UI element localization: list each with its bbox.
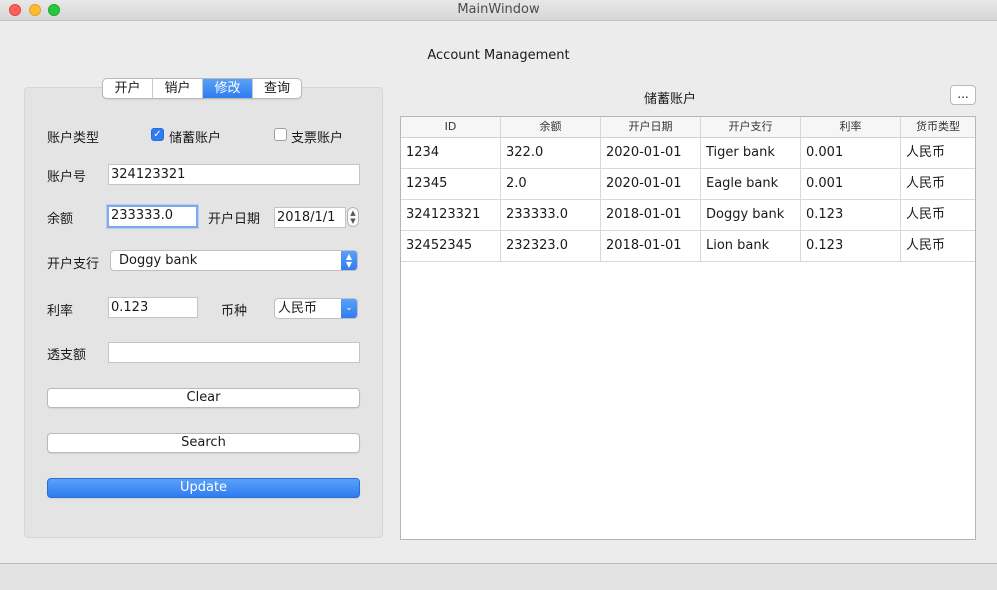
account-number-label: 账户号 <box>47 170 87 185</box>
column-header-balance[interactable]: 余额 <box>501 117 601 137</box>
table-cell[interactable]: Tiger bank <box>701 138 801 168</box>
column-header-rate[interactable]: 利率 <box>801 117 901 137</box>
table-cell[interactable]: 233333.0 <box>501 200 601 230</box>
table-cell[interactable]: 人民币 <box>901 169 975 199</box>
table-cell[interactable]: 人民币 <box>901 138 975 168</box>
accounts-table: ID 余额 开户日期 开户支行 利率 货币类型 1234 322.0 2020-… <box>400 116 976 540</box>
rate-label: 利率 <box>47 304 74 319</box>
table-header: ID 余额 开户日期 开户支行 利率 货币类型 <box>401 117 975 138</box>
table-row[interactable]: 32452345 232323.0 2018-01-01 Lion bank 0… <box>401 231 975 262</box>
savings-checkbox-label[interactable]: 储蓄账户 <box>169 127 221 146</box>
chevron-down-icon[interactable]: ⌄ <box>341 299 357 318</box>
savings-checkbox[interactable]: ✓ <box>151 128 164 141</box>
app-title: Account Management <box>427 48 570 63</box>
check-account-checkbox-label[interactable]: 支票账户 <box>291 127 343 146</box>
open-date-stepper[interactable]: ▲ ▼ <box>347 207 359 227</box>
more-button[interactable]: ... <box>950 85 976 105</box>
table-cell[interactable]: 2020-01-01 <box>601 169 701 199</box>
table-cell[interactable]: 12345 <box>401 169 501 199</box>
operation-tabs: 开户 销户 修改 查询 <box>102 78 302 99</box>
table-cell[interactable]: 2018-01-01 <box>601 200 701 230</box>
currency-label: 币种 <box>221 304 248 319</box>
balance-input[interactable]: 233333.0 <box>107 205 198 228</box>
check-account-checkbox[interactable] <box>274 128 287 141</box>
table-cell[interactable]: 2020-01-01 <box>601 138 701 168</box>
clear-button[interactable]: Clear <box>47 388 360 408</box>
table-cell[interactable]: Lion bank <box>701 231 801 261</box>
branch-select-value: Doggy bank <box>119 253 198 268</box>
table-cell[interactable]: 0.001 <box>801 169 901 199</box>
table-cell[interactable]: 0.123 <box>801 200 901 230</box>
table-cell[interactable]: 人民币 <box>901 231 975 261</box>
branch-select[interactable]: Doggy bank <box>110 250 358 271</box>
table-title: 储蓄账户 <box>643 92 696 107</box>
tab-query[interactable]: 查询 <box>253 79 301 98</box>
account-type-label: 账户类型 <box>47 131 100 146</box>
table-cell[interactable]: 1234 <box>401 138 501 168</box>
branch-select-arrow-icon[interactable]: ▲ ▼ <box>341 251 357 270</box>
window-title: MainWindow <box>457 2 540 17</box>
table-cell[interactable]: 2.0 <box>501 169 601 199</box>
table-cell[interactable]: 322.0 <box>501 138 601 168</box>
tab-modify[interactable]: 修改 <box>203 79 253 98</box>
branch-label: 开户支行 <box>47 257 100 272</box>
column-header-open-date[interactable]: 开户日期 <box>601 117 701 137</box>
overdraft-label: 透支额 <box>47 348 87 363</box>
tab-open-account[interactable]: 开户 <box>103 79 153 98</box>
table-cell[interactable]: 0.001 <box>801 138 901 168</box>
column-header-branch[interactable]: 开户支行 <box>701 117 801 137</box>
table-cell[interactable]: 0.123 <box>801 231 901 261</box>
table-cell[interactable]: Eagle bank <box>701 169 801 199</box>
table-cell[interactable]: 32452345 <box>401 231 501 261</box>
open-date-input[interactable]: 2018/1/1 <box>274 207 346 228</box>
table-row[interactable]: 12345 2.0 2020-01-01 Eagle bank 0.001 人民… <box>401 169 975 200</box>
update-button[interactable]: Update <box>47 478 360 498</box>
search-button[interactable]: Search <box>47 433 360 453</box>
table-cell[interactable]: 人民币 <box>901 200 975 230</box>
rate-input[interactable]: 0.123 <box>108 297 198 318</box>
table-cell[interactable]: Doggy bank <box>701 200 801 230</box>
account-number-input[interactable]: 324123321 <box>108 164 360 185</box>
open-date-label: 开户日期 <box>208 212 261 227</box>
balance-label: 余额 <box>47 212 74 227</box>
tab-close-account[interactable]: 销户 <box>153 79 203 98</box>
table-row[interactable]: 324123321 233333.0 2018-01-01 Doggy bank… <box>401 200 975 231</box>
overdraft-input[interactable] <box>108 342 360 363</box>
column-header-id[interactable]: ID <box>401 117 501 137</box>
table-cell[interactable]: 2018-01-01 <box>601 231 701 261</box>
table-cell[interactable]: 232323.0 <box>501 231 601 261</box>
table-cell[interactable]: 324123321 <box>401 200 501 230</box>
status-bar <box>0 563 997 590</box>
column-header-currency[interactable]: 货币类型 <box>901 117 975 137</box>
currency-select-value: 人民币 <box>278 301 318 316</box>
table-row[interactable]: 1234 322.0 2020-01-01 Tiger bank 0.001 人… <box>401 138 975 169</box>
